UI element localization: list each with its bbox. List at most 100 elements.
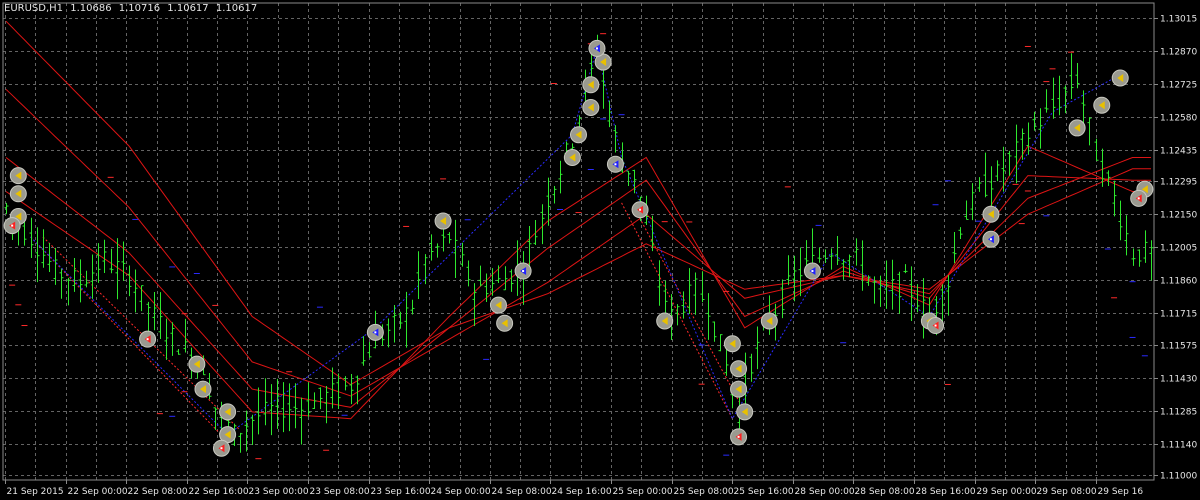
candle xyxy=(940,284,945,322)
candle xyxy=(552,186,557,204)
trade-marker-exit xyxy=(803,262,821,280)
y-tick-label: 1.11000 xyxy=(1160,472,1197,482)
candle xyxy=(275,378,280,429)
trade-marker-buy xyxy=(3,217,21,235)
marker-dot xyxy=(639,208,642,211)
candle xyxy=(755,326,760,370)
candle xyxy=(435,243,440,258)
candle xyxy=(256,387,261,435)
candle xyxy=(146,301,151,335)
candle xyxy=(139,285,144,312)
candle xyxy=(798,247,803,297)
x-tick-label: 22 Sep 00:00 xyxy=(68,487,128,497)
candle xyxy=(1001,146,1006,192)
trade-marker-buy xyxy=(139,330,157,348)
x-tick-label: 25 Sep 16:00 xyxy=(734,487,794,497)
candle xyxy=(453,219,458,278)
candle xyxy=(1137,249,1142,267)
candle xyxy=(404,291,409,348)
candle xyxy=(72,257,77,292)
candle xyxy=(176,349,181,355)
trade-marker-exit xyxy=(982,230,1000,248)
candle xyxy=(416,251,421,299)
trade-marker-sell xyxy=(194,380,212,398)
marker-dot xyxy=(146,338,149,341)
trade-marker-buy xyxy=(730,428,748,446)
axes: 1.13015 1.12870 1.12725 1.12580 1.12435 1.122… xyxy=(2,2,1197,497)
price-chart[interactable]: 1.13015 1.12870 1.12725 1.12580 1.12435 1.122… xyxy=(0,0,1200,500)
trade-marker-sell xyxy=(736,403,754,421)
candle xyxy=(533,219,538,246)
x-tick-label: 22 Sep 08:00 xyxy=(128,487,188,497)
candle xyxy=(410,299,415,315)
candle xyxy=(213,407,218,430)
chart-header: EURUSD,H1 1.10686 1.10716 1.10617 1.1061… xyxy=(4,3,261,14)
plot-frame xyxy=(2,2,1155,481)
trade-marker-exit xyxy=(588,39,606,57)
candle xyxy=(164,318,169,360)
trade-marker-sell xyxy=(582,98,600,116)
x-tick-label: 28 Sep 00:00 xyxy=(795,487,855,497)
candle xyxy=(995,160,1000,182)
trade-marker-sell xyxy=(730,360,748,378)
candle xyxy=(749,353,754,382)
candle xyxy=(546,177,551,226)
candle xyxy=(921,278,926,339)
trade-marker-sell xyxy=(570,126,587,144)
candle xyxy=(626,170,631,187)
candle xyxy=(35,227,40,283)
x-tick-label: 25 Sep 08:00 xyxy=(674,487,734,497)
trade-marker-buy xyxy=(1130,189,1148,207)
trade-marker-sell xyxy=(760,312,778,330)
y-tick-label: 1.12580 xyxy=(1160,114,1197,124)
trade-marker-sell xyxy=(9,167,27,185)
y-tick-label: 1.11140 xyxy=(1160,441,1197,451)
candle xyxy=(484,273,489,303)
candle xyxy=(170,322,175,356)
candle xyxy=(983,152,988,198)
x-tick-label: 28 Sep 16:00 xyxy=(916,487,976,497)
candle xyxy=(447,232,452,244)
y-tick-label: 1.11575 xyxy=(1160,342,1197,352)
candle xyxy=(1007,150,1012,176)
y-tick-label: 1.11430 xyxy=(1160,375,1197,385)
candle xyxy=(607,100,612,128)
dotted-trend-line xyxy=(621,202,733,419)
candle xyxy=(367,342,372,358)
candle xyxy=(601,68,606,109)
candle xyxy=(989,166,994,207)
x-tick-label: 25 Sep 00:00 xyxy=(613,487,673,497)
y-tick-label: 1.11715 xyxy=(1160,310,1197,320)
trade-marker-buy xyxy=(212,439,230,457)
candle xyxy=(909,266,914,321)
candle xyxy=(1051,77,1056,119)
candle xyxy=(693,272,698,315)
candle xyxy=(706,293,711,340)
candle xyxy=(977,177,982,192)
y-tick-label: 1.12725 xyxy=(1160,81,1197,91)
y-tick-label: 1.12005 xyxy=(1160,244,1197,254)
zigzag-line xyxy=(30,48,1115,436)
candle xyxy=(823,249,828,264)
candle xyxy=(318,387,323,410)
candle xyxy=(1014,124,1019,184)
marker-dot xyxy=(934,324,937,327)
high-price: 1.10716 xyxy=(118,3,161,14)
candle xyxy=(687,268,692,315)
moving-average-line xyxy=(5,157,1151,408)
trade-marker-sell xyxy=(656,312,674,330)
trade-marker-sell xyxy=(1068,119,1086,137)
marker-dot xyxy=(989,238,992,241)
candle xyxy=(392,304,397,343)
trade-marker-sell xyxy=(489,296,507,314)
marker-dot xyxy=(1137,197,1140,200)
candle xyxy=(281,382,286,433)
candle xyxy=(964,200,969,220)
candle xyxy=(133,269,138,313)
y-tick-label: 1.12150 xyxy=(1160,211,1197,221)
x-tick-label: 22 Sep 16:00 xyxy=(189,487,249,497)
dotted-trend-lines xyxy=(30,202,746,442)
trade-marker-sell xyxy=(1093,96,1111,114)
x-tick-label: 21 Sep 2015 xyxy=(7,487,64,497)
x-tick-label: 29 Sep 16 xyxy=(1098,487,1144,497)
